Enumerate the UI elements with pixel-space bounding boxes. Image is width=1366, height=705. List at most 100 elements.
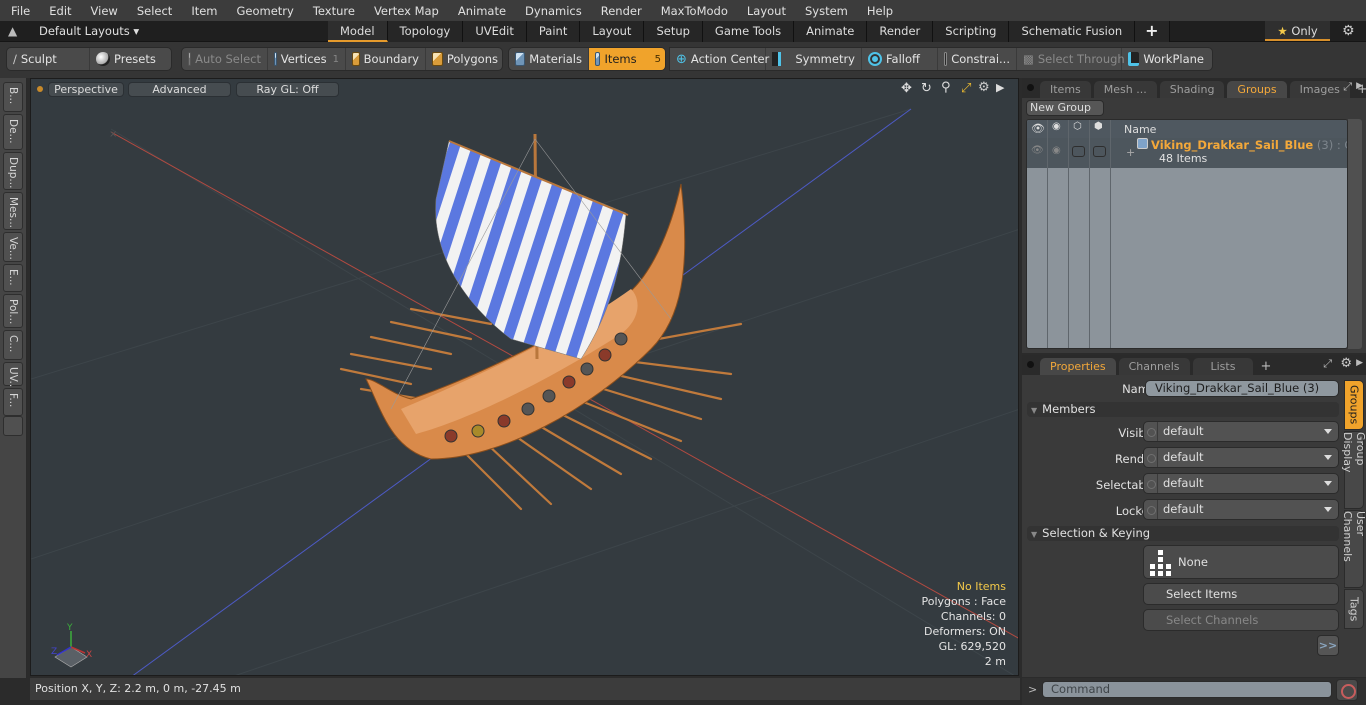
collapse-up-icon[interactable]: ▲	[8, 24, 17, 38]
polygons-button[interactable]: Polygons	[426, 48, 502, 70]
locked-radio[interactable]	[1144, 500, 1158, 519]
add-tab-button[interactable]: +	[1135, 21, 1170, 42]
viewport-menu-arrow-icon[interactable]: ▶	[996, 81, 1004, 94]
left-tab-uv[interactable]: UV...	[3, 362, 23, 391]
menu-maxtomodo[interactable]: MaxToModo	[650, 4, 736, 18]
pan-icon[interactable]: ✥	[901, 81, 912, 96]
panel-menu-arrow-icon[interactable]: ▶	[1356, 81, 1363, 91]
menu-geometry[interactable]: Geometry	[226, 4, 302, 18]
lock-cube-icon[interactable]: ⬡	[1073, 121, 1082, 132]
select-through-button[interactable]: ▩ Select Through	[1017, 48, 1125, 70]
zoom-icon[interactable]: ⚲	[941, 80, 951, 95]
menu-animate[interactable]: Animate	[447, 4, 514, 18]
add-panel-tab-button[interactable]: +	[1256, 358, 1275, 375]
members-section-header[interactable]: ▼ Members	[1027, 402, 1339, 417]
render-camera-icon[interactable]: ◉	[1052, 121, 1061, 132]
tab-properties[interactable]: Properties	[1040, 358, 1116, 375]
render-dropdown[interactable]: default	[1143, 447, 1339, 468]
tab-mesh[interactable]: Mesh ...	[1093, 81, 1157, 98]
selection-keying-section-header[interactable]: ▼ Selection & Keying	[1027, 526, 1339, 541]
row-lock-checkbox[interactable]	[1072, 146, 1085, 157]
viewport-gear-icon[interactable]: ⚙	[978, 80, 990, 95]
side-tab-user-channels[interactable]: User Channels	[1341, 510, 1366, 588]
menu-select[interactable]: Select	[126, 4, 180, 18]
tab-items[interactable]: Items	[1040, 81, 1091, 98]
side-tab-groups[interactable]: Groups	[1344, 380, 1364, 430]
panel-dot-icon[interactable]	[1027, 84, 1034, 91]
render-radio[interactable]	[1144, 448, 1158, 467]
command-input[interactable]: Command	[1042, 681, 1332, 698]
left-tab-edge[interactable]: E...	[3, 264, 23, 292]
record-macro-button[interactable]	[1336, 679, 1358, 701]
left-tab-extra[interactable]	[3, 416, 23, 436]
vertices-button[interactable]: Vertices 1	[268, 48, 346, 70]
falloff-button[interactable]: Falloff	[862, 48, 938, 70]
menu-render[interactable]: Render	[590, 4, 650, 18]
tab-layout[interactable]: Layout	[580, 21, 645, 42]
visible-radio[interactable]	[1144, 422, 1158, 441]
tab-schematic-fusion[interactable]: Schematic Fusion	[1009, 21, 1136, 42]
tab-channels[interactable]: Channels	[1118, 358, 1190, 375]
gear-icon[interactable]: ⚙	[1342, 23, 1355, 39]
menu-system[interactable]: System	[794, 4, 856, 18]
tab-game-tools[interactable]: Game Tools	[702, 21, 795, 42]
shading-dropdown[interactable]: Advanced	[128, 82, 231, 97]
selectable-dropdown[interactable]: default	[1143, 473, 1339, 494]
select-items-button[interactable]: Select Items	[1143, 583, 1339, 605]
materials-button[interactable]: Materials	[509, 48, 589, 70]
row-select-checkbox[interactable]	[1093, 146, 1106, 157]
menu-layout[interactable]: Layout	[736, 4, 794, 18]
selectable-radio[interactable]	[1144, 474, 1158, 493]
menu-file[interactable]: File	[0, 4, 38, 18]
raygl-dropdown[interactable]: Ray GL: Off	[236, 82, 339, 97]
tab-paint[interactable]: Paint	[526, 21, 581, 42]
constraints-button[interactable]: Constrai...	[938, 48, 1017, 70]
workplane-button[interactable]: WorkPlane	[1122, 48, 1210, 70]
select-channels-button[interactable]: Select Channels	[1143, 609, 1339, 631]
more-button[interactable]: >>	[1317, 635, 1339, 656]
left-tab-vertex[interactable]: Ve...	[3, 232, 23, 262]
visible-dropdown[interactable]: default	[1143, 421, 1339, 442]
expand-panel-icon[interactable]: ⤢	[1323, 357, 1332, 371]
tab-shading[interactable]: Shading	[1159, 81, 1225, 98]
keying-none-button[interactable]: None	[1143, 545, 1339, 579]
presets-button[interactable]: Presets	[90, 48, 171, 70]
tab-images[interactable]: Images	[1289, 81, 1350, 98]
side-tab-tags[interactable]: Tags	[1344, 589, 1364, 629]
locked-dropdown[interactable]: default	[1143, 499, 1339, 520]
panel-gear-icon[interactable]: ⚙	[1340, 356, 1352, 371]
auto-select-button[interactable]: Auto Select	[182, 48, 268, 70]
only-favorites-button[interactable]: ★ Only	[1265, 21, 1330, 41]
menu-help[interactable]: Help	[856, 4, 901, 18]
row-render-icon[interactable]: ◉	[1052, 145, 1061, 156]
tab-setup[interactable]: Setup	[644, 21, 703, 42]
expand-group-button[interactable]: +	[1126, 146, 1135, 159]
sculpt-button[interactable]: ∕ Sculpt	[7, 48, 90, 70]
left-tab-basic[interactable]: B...	[3, 82, 23, 112]
tab-groups[interactable]: Groups	[1227, 81, 1287, 98]
menu-item[interactable]: Item	[180, 4, 225, 18]
menu-edit[interactable]: Edit	[38, 4, 79, 18]
select-cube-icon[interactable]: ⬢	[1094, 121, 1103, 132]
tab-render[interactable]: Render	[867, 21, 934, 42]
left-tab-fusion[interactable]: F...	[3, 388, 23, 416]
panel-dot-icon[interactable]	[1027, 361, 1034, 368]
viking-ship-model[interactable]	[339, 133, 743, 511]
left-tab-mesh-edit[interactable]: Mes...	[3, 192, 23, 230]
tab-animate[interactable]: Animate	[794, 21, 868, 42]
groups-list-scrollbar[interactable]	[1348, 119, 1362, 349]
viewport-status-dot[interactable]	[37, 86, 43, 92]
perspective-dropdown[interactable]: Perspective	[48, 82, 124, 97]
panel-menu-arrow-icon[interactable]: ▶	[1356, 358, 1363, 368]
3d-viewport[interactable]: × Y X Z Perspective Advanced Ray GL: Off…	[30, 78, 1019, 676]
left-tab-polygon[interactable]: Pol...	[3, 294, 23, 328]
name-column-header[interactable]: Name	[1124, 123, 1156, 136]
left-tab-deform[interactable]: De...	[3, 114, 23, 150]
tab-scripting[interactable]: Scripting	[933, 21, 1010, 42]
visibility-eye-icon[interactable]: 👁	[1031, 122, 1045, 135]
boundary-button[interactable]: Boundary	[346, 48, 426, 70]
row-visibility-icon[interactable]: 👁	[1031, 145, 1044, 156]
menu-dynamics[interactable]: Dynamics	[514, 4, 590, 18]
tab-uvedit[interactable]: UVEdit	[463, 21, 527, 42]
items-button[interactable]: Items 5	[589, 48, 665, 70]
